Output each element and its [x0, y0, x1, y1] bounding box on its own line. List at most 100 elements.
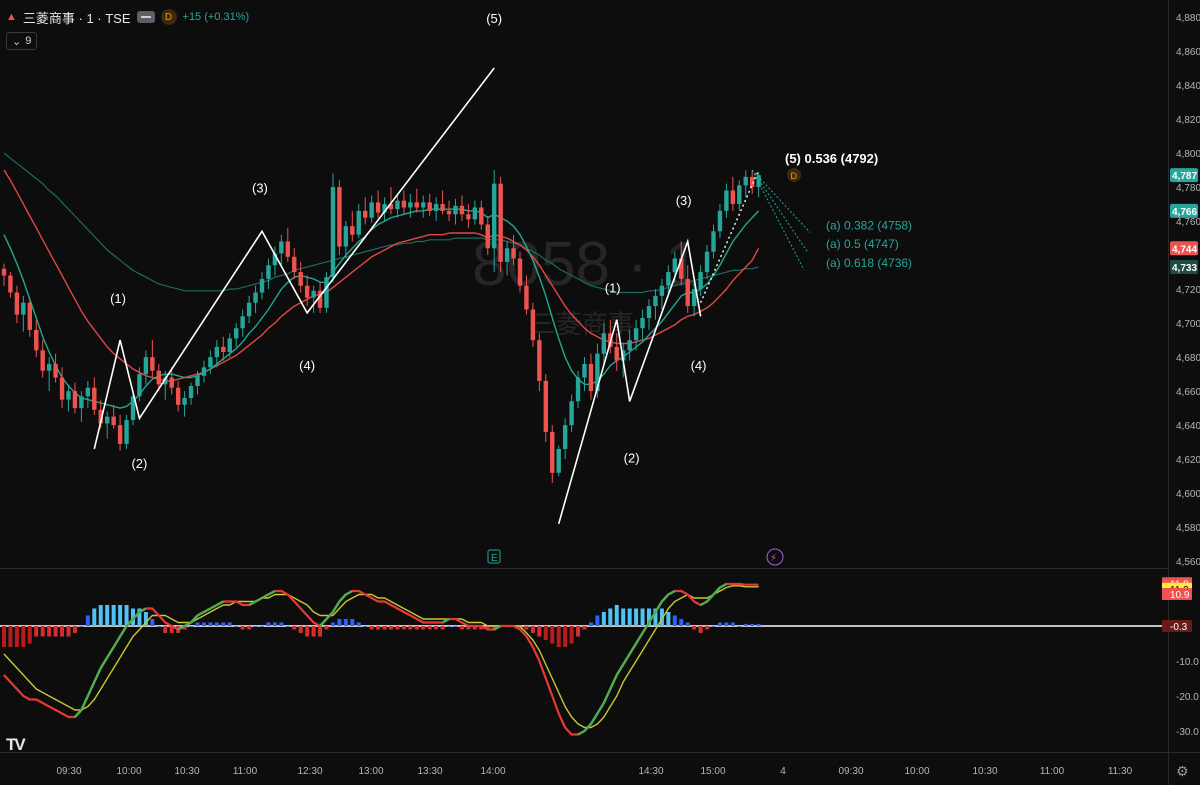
- histogram-bar: [530, 626, 535, 633]
- candle-body: [343, 226, 349, 247]
- candle-body: [111, 416, 116, 426]
- wave-label: (2): [624, 451, 640, 466]
- candle-body: [588, 363, 594, 392]
- candle-body: [227, 338, 232, 353]
- histogram-bar: [627, 608, 632, 626]
- x-tick-label: 13:00: [358, 766, 383, 777]
- y-tick-label: 4,760: [1176, 217, 1200, 228]
- histogram-bar: [685, 622, 690, 626]
- projection-badge: D: [791, 171, 798, 181]
- price-badge: 4,766: [1170, 203, 1198, 218]
- candle-body: [124, 420, 129, 444]
- histogram-bar: [208, 622, 213, 626]
- price-badge-label: 4,787: [1172, 171, 1197, 182]
- oscillator-badge: -0.3: [1162, 620, 1192, 633]
- candle-body: [433, 204, 439, 211]
- histogram-bar: [14, 626, 19, 647]
- histogram-bar: [105, 605, 110, 626]
- candle-body: [117, 425, 123, 444]
- wave-label: (2): [131, 456, 147, 471]
- x-tick-label: 09:30: [56, 766, 81, 777]
- histogram-bar: [421, 626, 426, 630]
- histogram-bar: [556, 626, 561, 647]
- y-tick-label: 4,860: [1176, 47, 1200, 58]
- minus-toggle-icon[interactable]: [136, 11, 155, 23]
- candle-body: [472, 207, 478, 220]
- candle-body: [169, 377, 174, 388]
- candle-body: [279, 241, 284, 254]
- candle-body: [266, 265, 271, 279]
- candle-body: [292, 256, 297, 273]
- candle-body: [46, 363, 52, 371]
- chart-canvas[interactable]: 8058 · 1三菱商事4,8804,8604,8404,8204,8004,7…: [0, 0, 1200, 785]
- candle-body: [685, 278, 690, 307]
- candle-body: [79, 396, 84, 409]
- y-tick-label: 4,640: [1176, 421, 1200, 432]
- gear-icon[interactable]: ⚙: [1176, 763, 1189, 780]
- candle-body: [401, 200, 407, 208]
- histogram-bar: [717, 622, 722, 626]
- candle-body: [453, 205, 458, 215]
- candle-body: [562, 425, 568, 449]
- candle-body: [143, 357, 149, 375]
- histogram-bar: [750, 623, 755, 626]
- candle-body: [304, 285, 310, 298]
- candle-body: [640, 318, 645, 329]
- candle-body: [666, 272, 671, 286]
- candle-body: [85, 387, 91, 397]
- candle-body: [72, 391, 78, 409]
- candle-body: [737, 185, 742, 205]
- candle-body: [498, 183, 503, 262]
- y-tick-label: 4,560: [1176, 557, 1200, 568]
- candle-body: [524, 285, 529, 310]
- y-tick-label: 4,780: [1176, 183, 1200, 194]
- histogram-bar: [666, 612, 671, 626]
- x-tick-label: 13:30: [417, 766, 442, 777]
- candle-body: [40, 350, 45, 371]
- histogram-bar: [395, 626, 400, 630]
- candle-body: [395, 200, 400, 210]
- histogram-bar: [2, 626, 6, 647]
- projection-label: (5) 0.536 (4792): [785, 151, 878, 166]
- candle-body: [704, 251, 710, 273]
- histogram-bar: [150, 619, 155, 626]
- candle-body: [195, 375, 200, 387]
- candle-body: [711, 231, 716, 252]
- candle-body: [550, 431, 555, 473]
- candle-body: [504, 248, 510, 262]
- y-tick-label: 4,680: [1176, 353, 1200, 364]
- candle-body: [446, 210, 452, 215]
- histogram-bar: [156, 626, 161, 627]
- histogram-bar: [21, 626, 26, 647]
- candle-body: [27, 302, 32, 330]
- histogram-bar: [621, 608, 626, 626]
- histogram-bar: [447, 626, 452, 627]
- histogram-bar: [337, 619, 342, 626]
- histogram-bar: [369, 626, 374, 630]
- histogram-bar: [60, 626, 65, 637]
- oscillator-tick-label: -30.0: [1176, 727, 1199, 738]
- candle: [498, 176, 503, 273]
- x-tick-label: 14:00: [480, 766, 505, 777]
- candle-body: [614, 346, 619, 361]
- histogram-bar: [343, 619, 348, 626]
- fib-target-label: (a) 0.382 (4758): [826, 218, 912, 232]
- price-change: +15 (+0.31%): [182, 11, 250, 23]
- symbol-title[interactable]: 三菱商事 · 1 · TSE: [23, 8, 131, 27]
- candle-body: [530, 309, 536, 341]
- oscillator-badge-label: 10.9: [1170, 590, 1190, 601]
- indicators-toggle[interactable]: ⌄ 9: [6, 32, 38, 50]
- histogram-bar: [595, 615, 600, 626]
- histogram-bar: [537, 626, 542, 637]
- tradingview-logo[interactable]: TV: [6, 735, 26, 755]
- histogram-bar: [330, 622, 335, 626]
- candle-body: [59, 377, 65, 400]
- histogram-bar: [298, 626, 303, 633]
- histogram-bar: [440, 626, 445, 630]
- candle-body: [150, 357, 155, 371]
- histogram-bar: [563, 626, 568, 647]
- histogram-bar: [698, 626, 703, 633]
- candle-body: [66, 391, 71, 400]
- histogram-bar: [401, 626, 406, 630]
- histogram-bar: [53, 626, 58, 637]
